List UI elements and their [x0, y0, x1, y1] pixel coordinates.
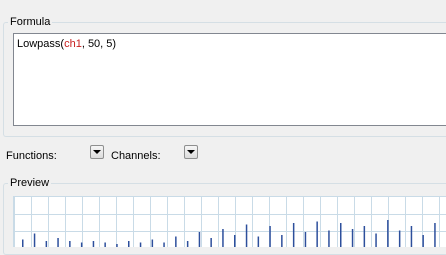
preview-bar	[151, 239, 154, 247]
formula-token-function: Lowpass(	[17, 38, 65, 50]
formula-token-channel: ch1	[64, 38, 82, 50]
preview-group: Preview	[3, 176, 446, 255]
preview-bar	[292, 223, 295, 247]
preview-chart	[14, 197, 446, 247]
preview-bar	[340, 223, 342, 247]
formula-group-title: Formula	[8, 15, 53, 29]
preview-bar	[351, 229, 354, 247]
preview-bar	[222, 229, 224, 247]
preview-bar	[139, 242, 142, 247]
formula-group: Formula Lowpass(ch1, 50, 5)	[3, 15, 446, 137]
preview-bar	[45, 241, 48, 247]
preview-bar	[116, 244, 118, 247]
preview-plot	[13, 196, 446, 247]
preview-bar	[422, 235, 424, 247]
preview-bar	[316, 221, 318, 247]
formula-editor[interactable]: Lowpass(ch1, 50, 5)	[13, 33, 446, 126]
chevron-down-icon	[187, 150, 195, 154]
preview-bar	[434, 223, 436, 247]
preview-bar	[57, 238, 59, 247]
formula-token-args: , 50, 5)	[81, 38, 117, 50]
preview-bar	[186, 241, 189, 247]
preview-bar	[387, 220, 389, 247]
functions-label: Functions:	[6, 150, 57, 162]
preview-bar	[128, 241, 130, 247]
preview-bar	[210, 238, 212, 247]
preview-bar	[304, 232, 307, 247]
preview-group-title: Preview	[8, 176, 52, 190]
functions-dropdown-button[interactable]	[90, 145, 104, 159]
preview-bar	[69, 241, 71, 247]
options-row: Functions: Channels:	[6, 141, 446, 169]
preview-bar	[234, 235, 236, 247]
preview-bar	[198, 232, 201, 247]
chevron-down-icon	[93, 150, 101, 154]
preview-bar	[328, 230, 330, 247]
preview-bar	[257, 236, 260, 247]
preview-bar	[375, 233, 377, 247]
channels-label: Channels:	[111, 150, 161, 162]
preview-bar	[33, 233, 36, 247]
preview-bar	[80, 242, 83, 247]
preview-bar	[104, 242, 106, 247]
preview-bar	[175, 236, 177, 247]
preview-bar	[281, 235, 283, 247]
channels-dropdown-button[interactable]	[184, 145, 198, 159]
preview-bar	[398, 230, 401, 247]
preview-bar	[92, 241, 95, 247]
preview-bar	[22, 239, 24, 247]
preview-bar	[163, 242, 165, 247]
